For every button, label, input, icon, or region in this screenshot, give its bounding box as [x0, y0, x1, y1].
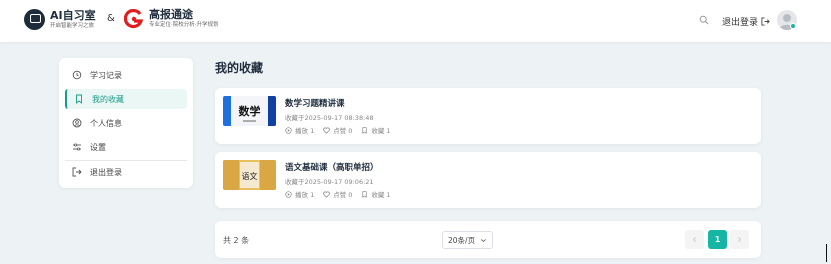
top-bar: AI自习室 开启智能学习之旅 & 高报通途 专业定位·院校分析·升学规划 退出登…: [0, 0, 831, 42]
brand-ai-study-room[interactable]: AI自习室 开启智能学习之旅: [24, 9, 96, 30]
search-input[interactable]: [580, 10, 715, 32]
page-size-value: 20条/页: [448, 235, 476, 245]
sidebar-item-history[interactable]: 学习记录: [65, 65, 187, 85]
heart-icon: [323, 191, 331, 198]
favorite-count: 收藏 1: [361, 125, 391, 135]
next-page-button[interactable]: [730, 230, 749, 249]
brand2-title: 高报通途: [149, 8, 193, 21]
favorite-count: 收藏 1: [361, 189, 391, 199]
play-count: 播放 1: [285, 125, 314, 135]
prev-page-button[interactable]: [685, 230, 704, 249]
online-status-dot: [790, 23, 796, 29]
bookmark-icon: [362, 126, 368, 134]
course-card[interactable]: 数学 数学习题精讲课 收藏于2025-09-17 08:38:48 播放 1 点…: [215, 88, 761, 144]
sidebar: 学习记录 我的收藏 个人信息 设置 退出登录: [59, 58, 193, 188]
sidebar-item-settings[interactable]: 设置: [65, 137, 187, 157]
history-icon: [72, 70, 82, 80]
thumb-text: 语文: [242, 171, 258, 181]
logout-icon: [72, 167, 82, 177]
chevron-right-icon: [738, 237, 742, 242]
heart-icon: [323, 127, 331, 134]
like-count: 点赞 0: [323, 125, 352, 135]
search-icon[interactable]: [699, 15, 709, 25]
logout-icon: [761, 17, 770, 26]
play-icon: [285, 126, 292, 134]
bookmark-icon: [362, 190, 368, 198]
sidebar-item-profile[interactable]: 个人信息: [65, 113, 187, 133]
page-title: 我的收藏: [215, 61, 264, 75]
sidebar-item-label: 个人信息: [90, 118, 122, 128]
sidebar-item-favorites[interactable]: 我的收藏: [65, 89, 187, 109]
ai-study-room-logo: [24, 9, 45, 30]
total-count: 共 2 条: [223, 236, 250, 245]
page-size-select[interactable]: 20条/页: [442, 231, 493, 249]
like-count: 点赞 0: [323, 189, 352, 199]
course-thumbnail[interactable]: 数学: [223, 96, 276, 126]
user-icon: [72, 118, 82, 128]
sidebar-divider: [65, 160, 187, 161]
course-thumbnail[interactable]: 语文: [223, 160, 276, 190]
logout-label: 退出登录: [722, 18, 759, 28]
sidebar-item-label: 我的收藏: [92, 94, 124, 104]
bookmark-icon: [76, 94, 82, 104]
sidebar-item-logout[interactable]: 退出登录: [65, 162, 187, 182]
gaobao-logo: [123, 8, 144, 29]
course-stats: 播放 1 点赞 0 收藏 1: [285, 125, 400, 135]
brand1-subtitle: 开启智能学习之旅: [50, 23, 95, 29]
pagination: 共 2 条 20条/页 1: [215, 221, 761, 258]
brand1-title: AI自习室: [50, 9, 96, 22]
settings-icon: [73, 143, 81, 151]
sidebar-item-label: 学习记录: [90, 70, 122, 80]
sidebar-item-label: 退出登录: [90, 167, 122, 177]
chevron-left-icon: [692, 237, 696, 242]
page-number-button[interactable]: 1: [708, 230, 727, 249]
course-stats: 播放 1 点赞 0 收藏 1: [285, 189, 400, 199]
course-title[interactable]: 数学习题精讲课: [285, 97, 345, 109]
thumb-text: 数学: [239, 104, 261, 118]
brand-gaobao-tongtu[interactable]: 高报通途 专业定位·院校分析·升学规划: [123, 8, 219, 29]
text-cursor: [826, 244, 827, 262]
favorited-date: 收藏于2025-09-17 09:06:21: [285, 178, 374, 186]
brand-separator: &: [107, 13, 115, 24]
brand2-subtitle: 专业定位·院校分析·升学规划: [149, 22, 219, 28]
logout-button[interactable]: 退出登录: [722, 15, 770, 28]
play-count: 播放 1: [285, 189, 314, 199]
chevron-down-icon: [481, 239, 486, 243]
course-card[interactable]: 语文 语文基础课（高职单招） 收藏于2025-09-17 09:06:21 播放…: [215, 152, 761, 208]
favorited-date: 收藏于2025-09-17 08:38:48: [285, 114, 374, 122]
course-title[interactable]: 语文基础课（高职单招）: [285, 161, 379, 173]
play-icon: [285, 190, 292, 198]
sidebar-item-label: 设置: [90, 142, 106, 152]
